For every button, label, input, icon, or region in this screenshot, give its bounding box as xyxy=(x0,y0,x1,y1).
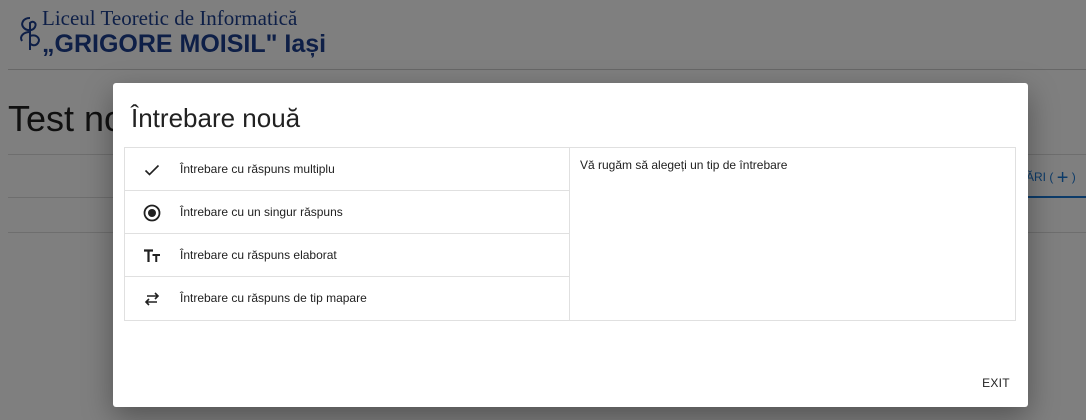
question-type-single-choice[interactable]: Întrebare cu un singur răspuns xyxy=(125,191,569,234)
question-type-matching[interactable]: Întrebare cu răspuns de tip mapare xyxy=(125,277,569,320)
new-question-dialog: Întrebare nouă Întrebare cu răspuns mult… xyxy=(113,83,1028,407)
check-icon xyxy=(141,159,163,181)
question-type-essay[interactable]: Întrebare cu răspuns elaborat xyxy=(125,234,569,277)
question-type-label: Întrebare cu un singur răspuns xyxy=(180,205,343,219)
dialog-title: Întrebare nouă xyxy=(131,103,301,133)
text-fields-icon xyxy=(141,245,163,267)
swap-arrows-icon xyxy=(141,288,163,310)
question-type-panel: Întrebare cu răspuns multiplu Întrebare … xyxy=(124,147,1016,321)
select-type-hint: Vă rugăm să alegeți un tip de întrebare xyxy=(580,158,788,172)
question-type-list: Întrebare cu răspuns multiplu Întrebare … xyxy=(125,148,570,320)
question-type-label: Întrebare cu răspuns elaborat xyxy=(180,248,337,262)
question-type-label: Întrebare cu răspuns de tip mapare xyxy=(180,291,367,305)
exit-button[interactable]: EXIT xyxy=(973,370,1019,396)
question-type-multiple-choice[interactable]: Întrebare cu răspuns multiplu xyxy=(125,148,569,191)
radio-button-icon xyxy=(141,202,163,224)
question-type-label: Întrebare cu răspuns multiplu xyxy=(180,162,335,176)
